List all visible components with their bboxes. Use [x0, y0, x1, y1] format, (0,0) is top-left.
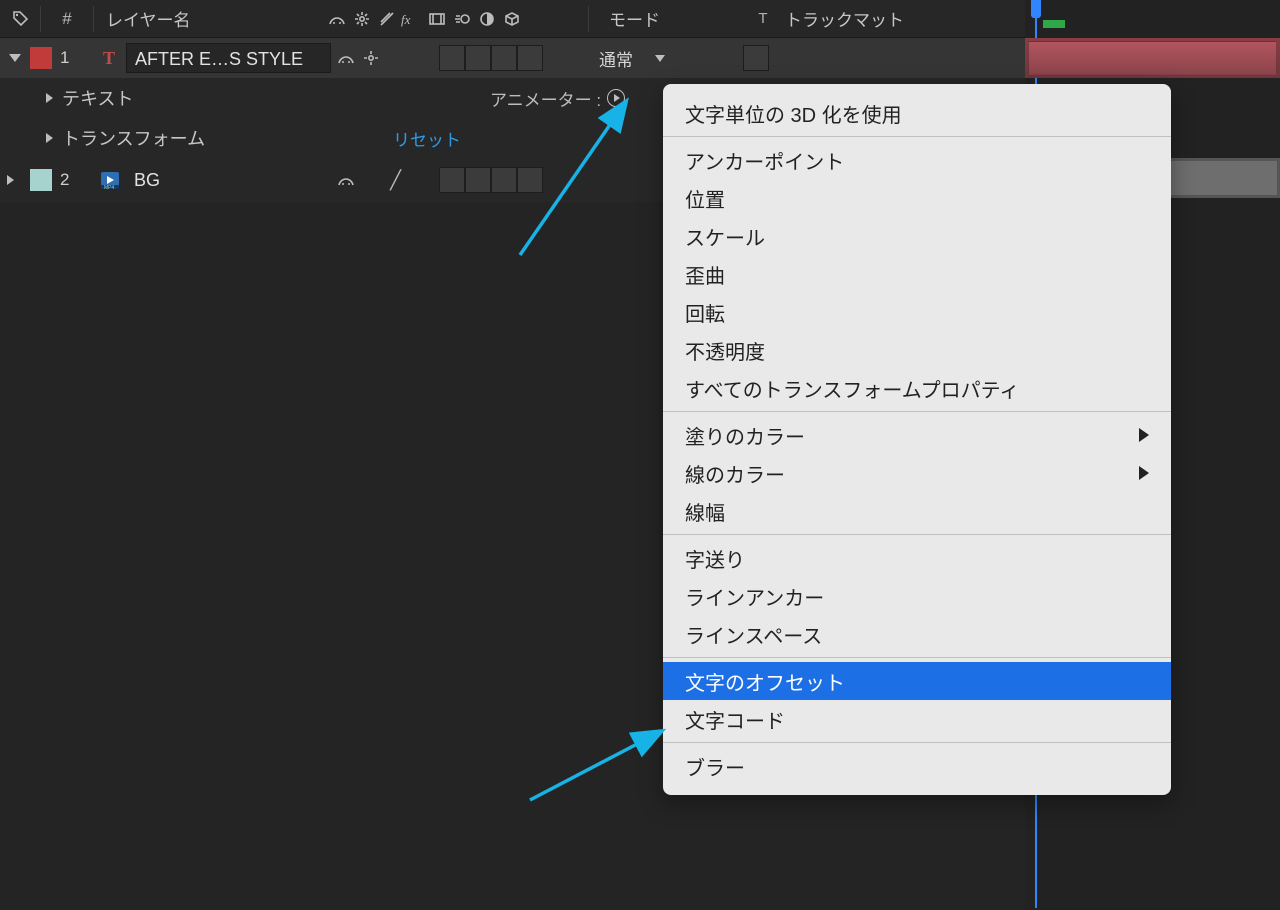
menu-item-all-transform[interactable]: すべてのトランスフォームプロパティ [663, 369, 1171, 407]
property-transform-label: トランスフォーム [62, 125, 205, 151]
video-layer-icon: MP4 [94, 169, 126, 191]
layer-name-1[interactable]: AFTER E…S STYLE [126, 43, 331, 73]
svg-text:T: T [103, 48, 115, 68]
layer-index-1: 1 [60, 48, 94, 68]
text-layer-icon: T [94, 48, 126, 68]
twisty-transform[interactable] [36, 133, 62, 143]
layer-bar-1[interactable] [1025, 38, 1280, 78]
animator-context-menu: 文字単位の 3D 化を使用 アンカーポイント 位置 スケール 歪曲 回転 不透明… [663, 84, 1171, 795]
menu-item-fill-color[interactable]: 塗りのカラー [663, 416, 1171, 454]
menu-item-opacity[interactable]: 不透明度 [663, 331, 1171, 369]
shy-switch-2[interactable] [333, 168, 358, 192]
shy-icon [324, 7, 349, 31]
twisty-text[interactable] [36, 93, 62, 103]
menu-item-scale[interactable]: スケール [663, 217, 1171, 255]
column-mode[interactable]: モード [597, 6, 741, 31]
menu-item-line-space[interactable]: ラインスペース [663, 615, 1171, 653]
menu-item-char-code[interactable]: 文字コード [663, 700, 1171, 738]
blend-mode-dropdown-1[interactable]: 通常 [591, 44, 673, 72]
submenu-arrow-icon [1139, 428, 1149, 442]
collapse-icon [349, 7, 374, 31]
layer-name-2[interactable]: BG [126, 165, 331, 195]
twisty-layer-2[interactable] [0, 175, 20, 185]
menu-item-rotation[interactable]: 回転 [663, 293, 1171, 331]
menu-item-skew[interactable]: 歪曲 [663, 255, 1171, 293]
menu-item-stroke-color[interactable]: 線のカラー [663, 454, 1171, 492]
menu-item-tracking[interactable]: 字送り [663, 539, 1171, 577]
work-area-start[interactable] [1043, 20, 1065, 28]
collapse-switch-1[interactable] [358, 46, 383, 70]
menu-item-blur[interactable]: ブラー [663, 747, 1171, 785]
3d-icon [499, 7, 524, 31]
current-time-indicator[interactable] [1031, 0, 1041, 34]
svg-text:fx: fx [401, 12, 411, 27]
submenu-arrow-icon [1139, 466, 1149, 480]
menu-item-line-anchor[interactable]: ラインアンカー [663, 577, 1171, 615]
adjustment-icon [474, 7, 499, 31]
column-index[interactable]: # [49, 9, 85, 29]
quality-icon [374, 7, 399, 31]
switch-cells-1[interactable] [439, 45, 543, 71]
layer-index-2: 2 [60, 170, 94, 190]
quality-switch-2[interactable]: ╱ [383, 170, 408, 191]
property-text-label: テキスト [62, 85, 133, 111]
twisty-layer-1[interactable] [0, 54, 30, 62]
column-track-matte[interactable]: トラックマット [785, 6, 955, 31]
track-matte-cell-1[interactable] [743, 45, 769, 71]
chevron-down-icon [655, 55, 665, 62]
animator-button[interactable]: アニメーター : [490, 86, 625, 111]
blend-mode-value-1: 通常 [599, 46, 633, 71]
column-t[interactable]: T [741, 10, 785, 27]
column-layer-name[interactable]: レイヤー名 [102, 6, 322, 31]
menu-item-per-char-3d[interactable]: 文字単位の 3D 化を使用 [663, 94, 1171, 132]
menu-item-stroke-width[interactable]: 線幅 [663, 492, 1171, 530]
frame-blend-icon [424, 7, 449, 31]
reset-link[interactable]: リセット [393, 126, 461, 151]
menu-item-anchor[interactable]: アンカーポイント [663, 141, 1171, 179]
menu-item-position[interactable]: 位置 [663, 179, 1171, 217]
motion-blur-icon [449, 7, 474, 31]
switches-header: fx [322, 7, 580, 31]
label-color-2[interactable] [30, 169, 52, 191]
switch-cells-2[interactable] [439, 167, 543, 193]
label-color-1[interactable] [30, 47, 52, 69]
menu-item-char-offset[interactable]: 文字のオフセット [663, 662, 1171, 700]
svg-text:MP4: MP4 [104, 185, 115, 191]
shy-switch-1[interactable] [333, 46, 358, 70]
label-icon [10, 9, 32, 29]
fx-icon: fx [399, 7, 424, 31]
time-ruler[interactable] [1025, 0, 1280, 38]
animator-add-icon [607, 89, 625, 107]
